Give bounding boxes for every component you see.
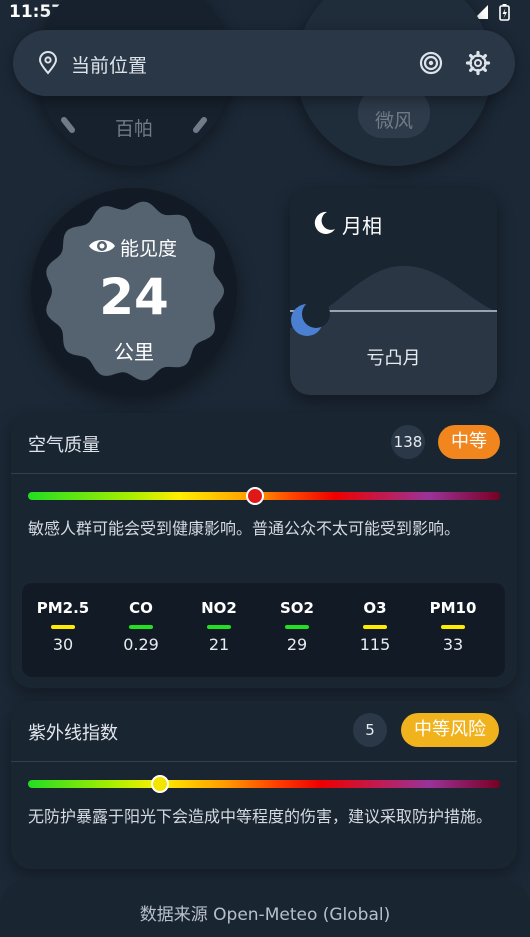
uv-title: 紫外线指数 — [28, 723, 118, 744]
pollutant-value: 30 — [52, 635, 74, 654]
pollutant-level-swatch — [441, 625, 465, 629]
pollutant-item: SO2 29 — [258, 599, 336, 654]
aqi-indicator-marker — [245, 487, 264, 505]
moon-crescent-icon — [311, 210, 337, 240]
pollutant-name: PM10 — [429, 599, 477, 617]
aqi-value-badge: 138 — [391, 425, 425, 459]
pollutant-item: NO2 21 — [180, 599, 258, 654]
pollutant-level-swatch — [51, 625, 75, 629]
location-search-bar[interactable]: 当前位置 — [13, 30, 515, 96]
aqi-level-pill: 中等 — [438, 425, 500, 459]
data-source-text: 数据来源 Open-Meteo (Global) — [139, 905, 391, 925]
pollutant-level-swatch — [285, 625, 309, 629]
aqi-gradient-scale — [28, 492, 500, 500]
pollutant-item: PM10 33 — [414, 599, 492, 654]
uv-value-badge: 5 — [353, 713, 387, 747]
pollutant-panel: PM2.5 30 CO 0.29 NO2 21 SO2 29 O3 115 PM10 33 — [22, 583, 505, 677]
moon-path-chart — [290, 265, 497, 395]
moon-phase-card: 月相 亏凸月 — [290, 188, 497, 395]
pollutant-name: SO2 — [280, 599, 314, 617]
pollutant-name: O3 — [363, 599, 387, 617]
my-location-icon[interactable] — [418, 50, 444, 80]
uv-index-card[interactable]: 紫外线指数 5 中等风险 无防护暴露于阳光下会造成中等程度的伤害，建议采取防护措… — [11, 701, 517, 869]
pollutant-name: NO2 — [201, 599, 237, 617]
pollutant-level-swatch — [363, 625, 387, 629]
air-quality-description: 敏感人群可能会受到健康影响。普通公众不太可能受到影响。 — [28, 519, 461, 538]
pollutant-value: 0.29 — [123, 635, 159, 654]
settings-gear-icon[interactable] — [465, 50, 491, 80]
visibility-label: 能见度 — [120, 238, 178, 260]
uv-divider — [11, 761, 517, 762]
pollutant-item: PM2.5 30 — [24, 599, 102, 654]
air-quality-divider — [11, 473, 517, 474]
pollutant-name: PM2.5 — [36, 599, 90, 617]
uv-gradient-scale — [28, 780, 500, 788]
pollutant-value: 21 — [208, 635, 230, 654]
location-name[interactable]: 当前位置 — [71, 51, 147, 78]
location-pin-icon — [37, 51, 59, 79]
pollutant-value: 33 — [442, 635, 464, 654]
uv-description: 无防护暴露于阳光下会造成中等程度的伤害，建议采取防护措施。 — [28, 807, 493, 826]
pollutant-value: 29 — [286, 635, 308, 654]
wind-description: 微风 — [374, 110, 413, 132]
pollutant-item: O3 115 — [336, 599, 414, 654]
pressure-unit-label: 百帕 — [114, 118, 153, 140]
data-source-footer: 数据来源 Open-Meteo (Global) — [0, 880, 530, 937]
moon-card-title: 月相 — [342, 214, 382, 238]
visibility-value: 24 — [99, 268, 169, 326]
uv-level-pill: 中等风险 — [401, 713, 499, 747]
eye-icon — [88, 236, 116, 260]
moon-phase-name: 亏凸月 — [366, 348, 421, 369]
pollutant-item: CO 0.29 — [102, 599, 180, 654]
pollutant-name: CO — [129, 599, 153, 617]
uv-indicator-marker — [151, 775, 170, 793]
air-quality-card[interactable]: 空气质量 138 中等 敏感人群可能会受到健康影响。普通公众不太可能受到影响。 … — [11, 413, 517, 688]
air-quality-title: 空气质量 — [28, 435, 100, 456]
pollutant-value: 115 — [359, 635, 391, 654]
visibility-dial: 能见度 24 公里 — [31, 188, 237, 394]
pollutant-level-swatch — [207, 625, 231, 629]
pollutant-level-swatch — [129, 625, 153, 629]
visibility-unit: 公里 — [114, 340, 154, 364]
